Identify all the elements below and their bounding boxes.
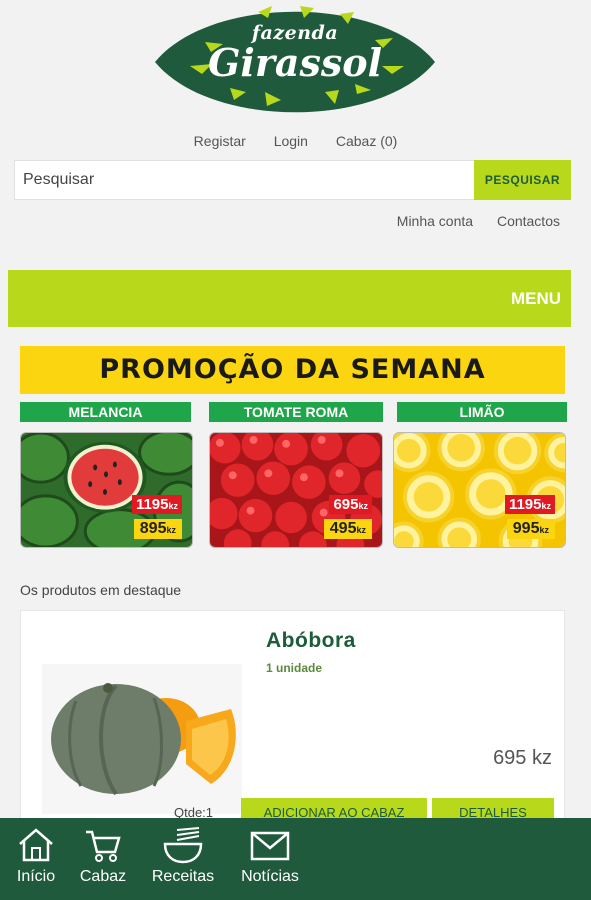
envelope-icon xyxy=(250,831,290,861)
new-price: 495kz xyxy=(323,519,372,539)
promo-card-tomate[interactable]: 695kz 495kz xyxy=(209,432,383,548)
product-card: Abóbora 1 unidade 695 kz Qtde:1 ADICIONA… xyxy=(20,610,565,830)
my-account-link[interactable]: Minha conta xyxy=(397,213,473,229)
new-price-unit: kz xyxy=(356,525,366,535)
page: fazenda Girassol Registar Login Cabaz (0… xyxy=(0,0,591,900)
search-bar: PESQUISAR xyxy=(14,160,571,200)
nav-cart-label: Cabaz xyxy=(79,868,127,885)
new-price-value: 995 xyxy=(512,520,540,537)
old-price-value: 1195 xyxy=(508,496,542,513)
product-image[interactable] xyxy=(36,626,252,826)
old-price: 695kz xyxy=(329,495,372,514)
nav-news-label: Notícias xyxy=(241,868,299,885)
promo-card-limao[interactable]: 1195kz 995kz xyxy=(393,432,566,548)
new-price: 895kz xyxy=(133,519,182,539)
nav-home-label: Início xyxy=(16,868,56,885)
featured-section-title: Os produtos em destaque xyxy=(20,582,182,598)
cart-icon xyxy=(86,830,121,862)
promo-label-melancia: MELANCIA xyxy=(20,402,191,422)
bottom-nav: Início Cabaz Receitas Notícias xyxy=(0,818,591,900)
nav-cart[interactable]: Cabaz xyxy=(74,826,132,886)
menu-button[interactable]: MENU xyxy=(511,289,561,309)
pumpkin-image xyxy=(36,626,252,826)
nav-recipes[interactable]: Receitas xyxy=(146,826,220,886)
nav-recipes-label: Receitas xyxy=(151,868,215,885)
logo[interactable]: fazenda Girassol xyxy=(150,0,440,125)
new-price: 995kz xyxy=(506,519,555,539)
product-price: 695 kz xyxy=(493,747,552,769)
old-price-unit: kz xyxy=(168,501,178,511)
bowl-icon xyxy=(163,827,203,864)
product-unit: 1 unidade xyxy=(266,661,323,675)
new-price-unit: kz xyxy=(539,525,549,535)
old-price-unit: kz xyxy=(541,501,551,511)
old-price: 1195kz xyxy=(504,495,555,514)
menu-bar[interactable]: MENU xyxy=(8,270,571,327)
old-price-value: 1195 xyxy=(135,496,169,513)
register-link[interactable]: Registar xyxy=(194,133,246,149)
old-price: 1195kz xyxy=(131,495,182,514)
nav-news[interactable]: Notícias xyxy=(234,826,306,886)
promo-label-limao: LIMÃO xyxy=(397,402,567,422)
product-name[interactable]: Abóbora xyxy=(266,629,356,653)
old-price-value: 695 xyxy=(333,496,359,513)
promo-card-melancia[interactable]: 1195kz 895kz xyxy=(20,432,193,548)
account-links: Minha conta Contactos xyxy=(377,213,560,229)
login-link[interactable]: Login xyxy=(274,133,308,149)
new-price-unit: kz xyxy=(166,525,176,535)
logo-text-girassol: Girassol xyxy=(207,40,383,85)
search-button[interactable]: PESQUISAR xyxy=(474,160,571,200)
top-links: Registar Login Cabaz (0) xyxy=(0,133,591,149)
home-icon xyxy=(19,828,53,862)
new-price-value: 895 xyxy=(139,520,167,537)
contacts-link[interactable]: Contactos xyxy=(497,213,560,229)
cart-link[interactable]: Cabaz (0) xyxy=(336,133,397,149)
search-input[interactable] xyxy=(14,160,474,200)
promo-banner-title: PROMOÇÃO DA SEMANA xyxy=(20,346,565,394)
new-price-value: 495 xyxy=(329,520,357,537)
promo-label-tomate: TOMATE ROMA xyxy=(209,402,383,422)
old-price-unit: kz xyxy=(358,501,368,511)
nav-home[interactable]: Início xyxy=(12,826,60,886)
